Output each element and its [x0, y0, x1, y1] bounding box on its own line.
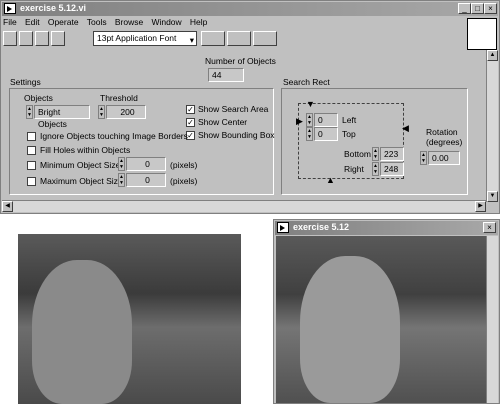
- min-size-input[interactable]: 0: [126, 157, 166, 171]
- run-arrow-icon[interactable]: [3, 31, 17, 46]
- search-rect-label: Search Rect: [283, 77, 330, 87]
- right-label: Right: [344, 164, 364, 174]
- show-search-area-label: Show Search Area: [198, 104, 269, 114]
- vertical-scrollbar[interactable]: ▲ ▼: [486, 50, 498, 202]
- painted-bear-statue: [300, 256, 400, 403]
- ignore-border-objects-checkbox[interactable]: [27, 132, 36, 141]
- scroll-right-icon[interactable]: ▶: [475, 201, 486, 212]
- chevron-down-icon: ▾: [189, 35, 194, 45]
- menu-edit[interactable]: Edit: [25, 17, 40, 27]
- scroll-left-icon[interactable]: ◀: [2, 201, 13, 212]
- settings-label: Settings: [10, 77, 41, 87]
- right-marker-icon[interactable]: ◀: [402, 123, 409, 134]
- menu-operate[interactable]: Operate: [48, 17, 79, 27]
- max-size-unit: (pixels): [170, 176, 198, 186]
- left-label: Left: [342, 115, 357, 125]
- bottom-marker-icon[interactable]: ▲: [326, 175, 335, 185]
- max-size-spin-icon[interactable]: ▲ ▼: [118, 173, 125, 187]
- left-marker-icon[interactable]: ▶: [296, 116, 303, 127]
- settings-cluster: Objects ▲ ▼ Bright Objects Threshold ▲ ▼ 2…: [9, 88, 275, 195]
- threshold-spin-icon[interactable]: ▲ ▼: [98, 105, 105, 119]
- left-spin-icon[interactable]: ▲ ▼: [306, 113, 313, 127]
- minimize-button[interactable]: _: [458, 3, 471, 14]
- pause-icon[interactable]: [51, 31, 65, 46]
- menu-window[interactable]: Window: [151, 17, 181, 27]
- source-image: [18, 234, 241, 404]
- close-button[interactable]: ×: [483, 222, 496, 233]
- search-rect-cluster: ▼ ▶ ◀ ▲ ▲ ▼ 0 Left ▲ ▼ 0 Top Bottom ▲ ▼ 223…: [281, 88, 468, 195]
- run-continuously-icon[interactable]: [19, 31, 33, 46]
- processed-image: [276, 236, 486, 403]
- font-selector[interactable]: 13pt Application Font ▾: [93, 31, 197, 46]
- painted-bear-statue: [32, 260, 132, 404]
- bottom-label: Bottom: [344, 149, 371, 159]
- bottom-input[interactable]: 223: [380, 147, 404, 161]
- toolbar: 13pt Application Font ▾: [3, 30, 473, 48]
- labview-app-icon: [4, 3, 16, 14]
- maximize-button[interactable]: □: [471, 3, 484, 14]
- scroll-up-icon[interactable]: ▲: [487, 50, 498, 61]
- scroll-down-icon[interactable]: ▼: [487, 191, 498, 202]
- labview-app-icon: [277, 222, 289, 233]
- ignore-border-objects-label: Ignore Objects touching Image Borders: [40, 131, 188, 141]
- menu-help[interactable]: Help: [190, 17, 207, 27]
- left-input[interactable]: 0: [314, 113, 338, 127]
- min-size-spin-icon[interactable]: ▲ ▼: [118, 157, 125, 171]
- objects-ring-arrows-icon[interactable]: ▲ ▼: [26, 105, 33, 119]
- align-objects-icon[interactable]: [201, 31, 225, 46]
- close-button[interactable]: ×: [484, 3, 497, 14]
- bottom-spin-icon[interactable]: ▲ ▼: [372, 147, 379, 161]
- objects-label: Objects: [24, 93, 53, 103]
- min-size-checkbox[interactable]: [27, 161, 36, 170]
- show-center-checkbox[interactable]: ✓: [186, 118, 195, 127]
- font-selector-value: 13pt Application Font: [97, 33, 177, 43]
- top-spin-icon[interactable]: ▲ ▼: [306, 127, 313, 141]
- objects-ring[interactable]: Bright Objects: [34, 105, 90, 129]
- vi-icon[interactable]: [467, 18, 497, 50]
- threshold-label: Threshold: [100, 93, 138, 103]
- top-input[interactable]: 0: [314, 127, 338, 141]
- min-size-unit: (pixels): [170, 160, 198, 170]
- top-marker-icon[interactable]: ▼: [306, 99, 315, 109]
- min-size-label: Minimum Object Size: [40, 160, 121, 170]
- right-spin-icon[interactable]: ▲ ▼: [372, 162, 379, 176]
- menu-bar: File Edit Operate Tools Browse Window He…: [3, 17, 213, 29]
- menu-file[interactable]: File: [3, 17, 17, 27]
- fill-holes-label: Fill Holes within Objects: [40, 145, 131, 155]
- max-size-input[interactable]: 0: [126, 173, 166, 187]
- image-window-title-bar[interactable]: exercise 5.12 ×: [275, 221, 498, 235]
- rotation-input[interactable]: 0.00: [428, 151, 460, 165]
- rotation-spin-icon[interactable]: ▲ ▼: [420, 151, 427, 165]
- right-input[interactable]: 248: [380, 162, 404, 176]
- image-display-window: exercise 5.12 ×: [273, 219, 500, 404]
- horizontal-scrollbar[interactable]: ◀ ▶: [2, 200, 486, 212]
- number-of-objects-indicator: 44: [208, 68, 244, 82]
- max-size-label: Maximum Object Size: [40, 176, 123, 186]
- top-label: Top: [342, 129, 356, 139]
- menu-tools[interactable]: Tools: [87, 17, 107, 27]
- rotation-label: Rotation (degrees): [426, 127, 463, 147]
- abort-icon[interactable]: [35, 31, 49, 46]
- fill-holes-checkbox[interactable]: [27, 146, 36, 155]
- image-vertical-scrollbar[interactable]: [486, 236, 498, 403]
- max-size-checkbox[interactable]: [27, 177, 36, 186]
- image-window-title: exercise 5.12: [293, 222, 350, 232]
- menu-browse[interactable]: Browse: [115, 17, 143, 27]
- reorder-icon[interactable]: [253, 31, 277, 46]
- show-search-area-checkbox[interactable]: ✓: [186, 105, 195, 114]
- threshold-input[interactable]: 200: [106, 105, 146, 119]
- show-center-label: Show Center: [198, 117, 248, 127]
- vi-front-panel-window: exercise 5.12.vi _ □ × File Edit Operate…: [0, 0, 500, 214]
- show-bounding-box-label: Show Bounding Box: [198, 130, 275, 140]
- distribute-objects-icon[interactable]: [227, 31, 251, 46]
- window-title: exercise 5.12.vi: [20, 3, 87, 13]
- number-of-objects-label: Number of Objects: [205, 56, 276, 66]
- title-bar[interactable]: exercise 5.12.vi _ □ ×: [2, 2, 498, 16]
